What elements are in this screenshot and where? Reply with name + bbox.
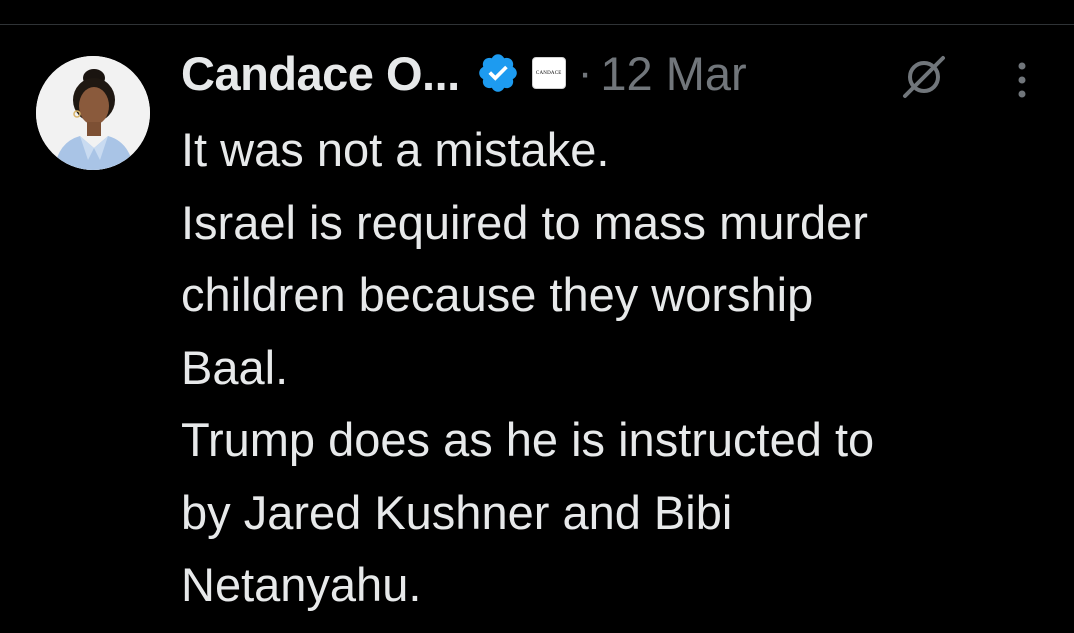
more-options-icon[interactable] [1010, 60, 1034, 100]
tweet-text-line: Trump does as he is instructed to [181, 413, 875, 466]
grok-icon[interactable] [899, 52, 949, 102]
affiliate-badge-text: CANDACE [535, 70, 562, 76]
tweet-text-line: Israel is required to mass murder [181, 195, 868, 249]
tweet-text-line: by Jared Kushner and Bibi [181, 485, 733, 539]
verified-badge-icon[interactable] [476, 51, 520, 95]
affiliate-badge[interactable]: CANDACE [531, 57, 566, 89]
tweet-text-line: Netanyahu. [181, 558, 422, 611]
avatar-photo [36, 56, 150, 170]
tweet-text-line: It was not a mistake. [181, 123, 610, 176]
tweet-text-line: Baal. [181, 340, 289, 394]
top-divider [0, 24, 1074, 25]
tweet-text: It was not a mistake. Israel is required… [181, 114, 1061, 622]
tweet-header: Candace O... CANDACE · 12 Mar [181, 42, 747, 104]
author-display-name[interactable]: Candace O... [181, 46, 460, 101]
tweet-text-line: children because they worship [181, 268, 814, 321]
tweet-timestamp[interactable]: 12 Mar [600, 46, 746, 101]
author-avatar[interactable] [36, 56, 150, 170]
separator-dot: · [577, 48, 593, 97]
